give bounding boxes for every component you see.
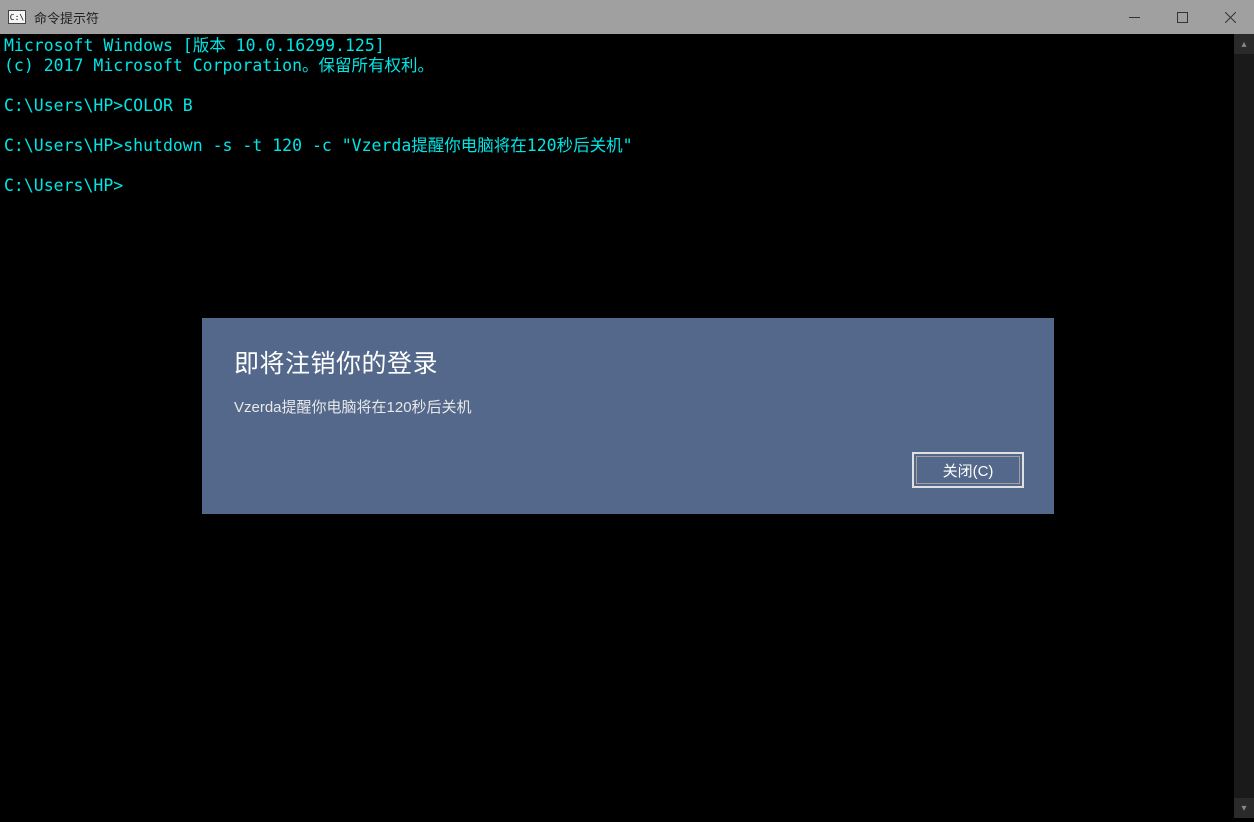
maximize-button[interactable] <box>1158 0 1206 34</box>
dialog-message: Vzerda提醒你电脑将在120秒后关机 <box>234 396 1022 417</box>
cmd-icon <box>8 10 26 24</box>
window-controls <box>1110 0 1254 34</box>
scroll-up-icon[interactable]: ▴ <box>1234 34 1254 54</box>
close-dialog-button[interactable]: 关闭(C) <box>912 452 1024 488</box>
terminal-prompt: C:\Users\HP> <box>4 176 123 195</box>
scroll-down-icon[interactable]: ▾ <box>1234 798 1254 818</box>
window-titlebar: 命令提示符 <box>0 0 1254 34</box>
close-button[interactable] <box>1206 0 1254 34</box>
dialog-title: 即将注销你的登录 <box>234 344 1022 380</box>
vertical-scrollbar[interactable]: ▴ ▾ <box>1234 34 1254 818</box>
minimize-button[interactable] <box>1110 0 1158 34</box>
window-title: 命令提示符 <box>34 8 99 27</box>
terminal-line: (c) 2017 Microsoft Corporation。保留所有权利。 <box>4 56 434 75</box>
shutdown-dialog: 即将注销你的登录 Vzerda提醒你电脑将在120秒后关机 关闭(C) <box>202 318 1054 514</box>
terminal-line: C:\Users\HP>shutdown -s -t 120 -c "Vzerd… <box>4 136 633 155</box>
terminal-line: C:\Users\HP>COLOR B <box>4 96 193 115</box>
terminal-line: Microsoft Windows [版本 10.0.16299.125] <box>4 36 385 55</box>
